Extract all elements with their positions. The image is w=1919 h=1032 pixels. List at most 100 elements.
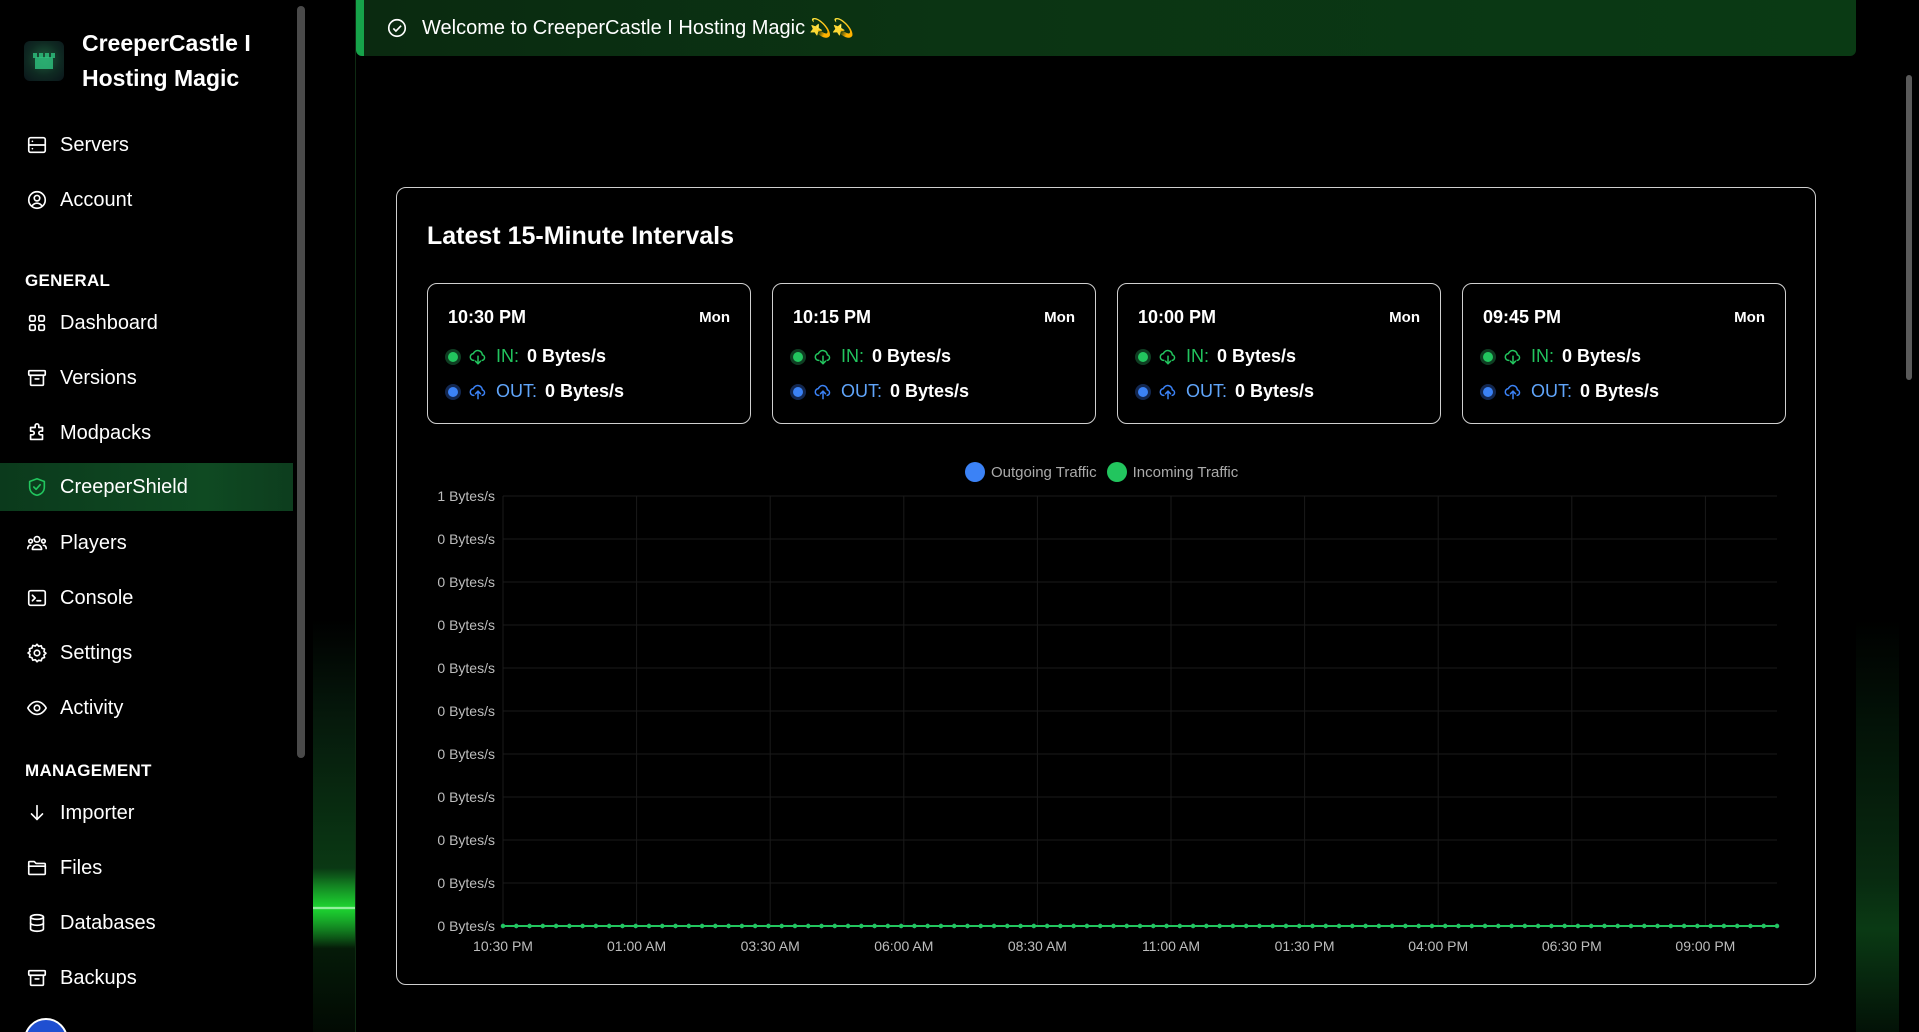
data-point: [527, 923, 532, 929]
sidebar-item-account[interactable]: Account: [0, 176, 293, 224]
data-point: [1721, 923, 1727, 929]
data-point: [646, 923, 652, 929]
sidebar: CreeperCastle I Hosting Magic Servers Ac…: [0, 0, 293, 1032]
sidebar-item-label: Importer: [60, 801, 135, 824]
data-point: [1137, 923, 1143, 929]
sidebar-scrollbar[interactable]: [297, 6, 305, 758]
data-point: [1217, 923, 1222, 929]
data-point: [1376, 923, 1382, 929]
data-point: [1655, 923, 1660, 929]
data-point: [991, 923, 997, 929]
cloud-upload-icon: [1158, 382, 1178, 402]
data-point: [1721, 923, 1727, 929]
status-dot: [448, 386, 458, 397]
shield-check-icon: [25, 475, 49, 499]
y-tick-label: 0 Bytes/s: [437, 918, 495, 934]
avatar[interactable]: [24, 1018, 68, 1032]
data-point: [912, 923, 917, 929]
data-point: [1323, 923, 1328, 929]
interval-card: 10:30 PM Mon IN: 0 Bytes/s OUT: 0 Bytes/…: [427, 283, 751, 424]
brand[interactable]: CreeperCastle I Hosting Magic: [24, 26, 272, 96]
database-icon: [25, 911, 49, 935]
sidebar-item-servers[interactable]: Servers: [0, 121, 293, 169]
data-point: [1350, 923, 1355, 929]
y-tick-label: 0 Bytes/s: [437, 875, 495, 891]
data-point: [1111, 923, 1116, 929]
data-point: [1748, 923, 1753, 929]
main-scrollbar[interactable]: [1906, 75, 1912, 380]
data-point: [500, 923, 506, 929]
data-point: [991, 923, 997, 929]
x-tick-label: 01:30 PM: [1275, 938, 1335, 954]
data-point: [832, 923, 837, 929]
y-tick-label: 0 Bytes/s: [437, 789, 495, 805]
sidebar-item-backups[interactable]: Backups: [0, 954, 293, 1002]
sidebar-item-modpacks[interactable]: Modpacks: [0, 409, 293, 457]
sidebar-item-label: Versions: [60, 366, 137, 389]
data-point: [673, 923, 678, 929]
interval-in-row: IN: 0 Bytes/s: [1483, 346, 1641, 367]
data-point: [1575, 923, 1581, 929]
data-point: [766, 923, 771, 929]
data-point: [952, 923, 957, 929]
data-point: [686, 923, 691, 929]
chart-legend: Outgoing Traffic Incoming Traffic: [965, 462, 1248, 482]
sidebar-item-activity[interactable]: Activity: [0, 684, 293, 732]
cloud-upload-icon: [813, 382, 833, 402]
data-point: [1044, 923, 1050, 929]
data-point: [1416, 923, 1421, 929]
data-point: [965, 923, 970, 929]
sidebar-item-label: Modpacks: [60, 421, 152, 444]
sidebar-item-console[interactable]: Console: [0, 574, 293, 622]
data-point: [1774, 923, 1780, 929]
in-value: 0 Bytes/s: [872, 346, 952, 366]
data-point: [1456, 923, 1461, 929]
y-tick-label: 0 Bytes/s: [437, 531, 495, 547]
interval-out-row: OUT: 0 Bytes/s: [793, 381, 969, 402]
out-value: 0 Bytes/s: [890, 381, 970, 401]
sidebar-item-files[interactable]: Files: [0, 844, 293, 892]
data-point: [1443, 923, 1448, 929]
legend-item-outgoing[interactable]: Outgoing Traffic: [965, 462, 1097, 482]
sidebar-item-label: Backups: [60, 966, 137, 989]
out-label: OUT:: [841, 381, 883, 401]
data-point: [1535, 923, 1541, 929]
data-point: [1681, 923, 1687, 929]
data-point: [1389, 923, 1395, 929]
data-point: [1018, 923, 1023, 929]
data-point: [752, 923, 758, 929]
data-point: [1668, 923, 1674, 929]
data-point: [1217, 923, 1222, 929]
sidebar-item-settings[interactable]: Settings: [0, 629, 293, 677]
data-point: [1615, 923, 1620, 929]
archive-icon: [25, 966, 49, 990]
data-point: [1058, 923, 1063, 929]
sidebar-item-creepershield[interactable]: CreeperShield: [0, 463, 293, 511]
interval-card: 10:15 PM Mon IN: 0 Bytes/s OUT: 0 Bytes/…: [772, 283, 1096, 424]
sidebar-item-label: Dashboard: [60, 311, 158, 334]
legend-item-incoming[interactable]: Incoming Traffic: [1106, 462, 1238, 482]
sidebar-item-importer[interactable]: Importer: [0, 789, 293, 837]
data-point: [660, 923, 665, 929]
sidebar-item-dashboard[interactable]: Dashboard: [0, 299, 293, 347]
data-point: [1137, 923, 1143, 929]
data-point: [1748, 923, 1753, 929]
data-point: [1363, 923, 1368, 929]
data-point: [1297, 923, 1302, 929]
data-point: [872, 923, 877, 929]
data-point: [925, 923, 930, 929]
data-point: [514, 923, 519, 929]
sidebar-item-label: Account: [60, 188, 133, 211]
in-label: IN:: [841, 346, 865, 366]
data-point: [540, 923, 546, 929]
data-point: [832, 923, 837, 929]
data-point: [633, 923, 638, 929]
interval-in-row: IN: 0 Bytes/s: [448, 346, 606, 367]
sidebar-item-databases[interactable]: Databases: [0, 899, 293, 947]
data-point: [500, 923, 506, 929]
sidebar-item-versions[interactable]: Versions: [0, 354, 293, 402]
data-point: [1310, 923, 1315, 929]
interval-day: Mon: [699, 309, 730, 326]
y-tick-label: 0 Bytes/s: [437, 574, 495, 590]
sidebar-item-players[interactable]: Players: [0, 519, 293, 567]
